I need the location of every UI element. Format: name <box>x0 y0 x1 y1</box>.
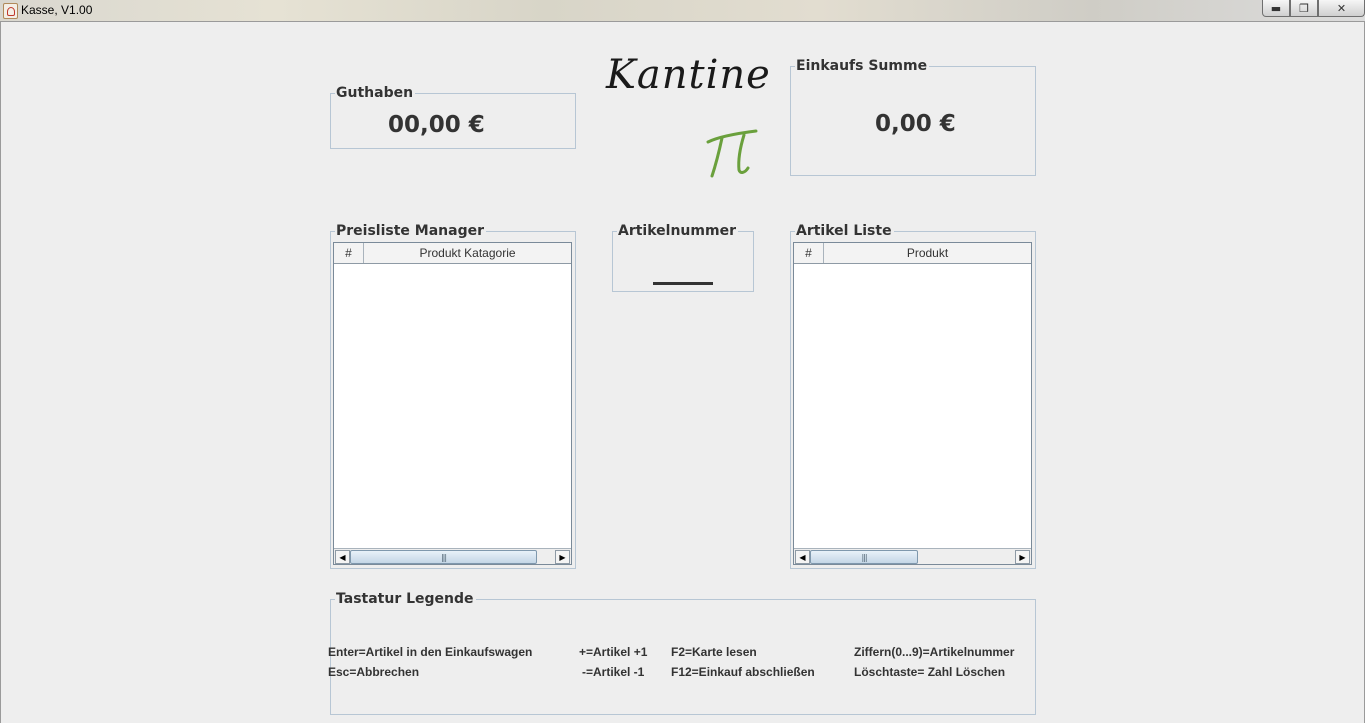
restore-icon: ❐ <box>1299 1 1309 15</box>
artikelnummer-title: Artikelnummer <box>617 223 738 239</box>
artikel-liste-panel: Artikel Liste # Produkt ◀ ||| ▶ <box>790 223 1036 569</box>
grip-icon: ||| <box>440 552 447 562</box>
column-header-number[interactable]: # <box>334 243 364 263</box>
java-app-icon <box>3 3 18 19</box>
guthaben-value: 00,00 € <box>388 112 485 138</box>
artikel-liste-table-header: # Produkt <box>794 243 1031 264</box>
preisliste-table[interactable]: # Produkt Katagorie ◀ ||| ▶ <box>333 242 572 565</box>
minimize-button[interactable]: ▬ <box>1262 0 1290 17</box>
einkaufs-summe-title: Einkaufs Summe <box>795 58 930 74</box>
arrow-left-icon: ◀ <box>339 552 346 562</box>
artikel-liste-title: Artikel Liste <box>795 223 894 239</box>
window-title-bar[interactable]: Kasse, V1.00 ▬ ❐ ✕ <box>0 0 1365 22</box>
arrow-left-icon: ◀ <box>799 552 806 562</box>
close-icon: ✕ <box>1336 1 1347 15</box>
column-header-number[interactable]: # <box>794 243 824 263</box>
artikelnummer-panel: Artikelnummer <box>612 223 754 292</box>
scroll-left-button[interactable]: ◀ <box>335 550 350 564</box>
window-controls: ▬ ❐ ✕ <box>1262 0 1365 18</box>
scrollbar-thumb[interactable]: ||| <box>810 550 918 564</box>
legend-plus: +=Artikel +1 <box>579 645 648 659</box>
legend-minus: -=Artikel -1 <box>582 665 645 679</box>
guthaben-title: Guthaben <box>335 85 416 101</box>
column-header-produkt-katagorie[interactable]: Produkt Katagorie <box>364 243 571 263</box>
grip-icon: ||| <box>861 552 867 562</box>
legend-esc: Esc=Abbrechen <box>328 665 420 679</box>
preisliste-manager-panel: Preisliste Manager # Produkt Katagorie ◀… <box>330 223 576 569</box>
legend-loeschtaste: Löschtaste= Zahl Löschen <box>854 665 1006 679</box>
minimize-icon: ▬ <box>1270 1 1282 15</box>
artikel-liste-table[interactable]: # Produkt ◀ ||| ▶ <box>793 242 1032 565</box>
window-border-left <box>0 21 1 723</box>
einkaufs-summe-value: 0,00 € <box>875 111 956 137</box>
arrow-right-icon: ▶ <box>1019 552 1026 562</box>
tastatur-legende-title: Tastatur Legende <box>335 591 476 607</box>
kantine-logo-text: Kantine <box>606 52 771 98</box>
legend-ziffern: Ziffern(0...9)=Artikelnummer <box>854 645 1015 659</box>
artikelnummer-input[interactable] <box>653 282 713 285</box>
window-title: Kasse, V1.00 <box>21 3 93 17</box>
column-header-produkt[interactable]: Produkt <box>824 243 1031 263</box>
scrollbar-thumb[interactable]: ||| <box>350 550 537 564</box>
maximize-button[interactable]: ❐ <box>1290 0 1318 17</box>
scroll-right-button[interactable]: ▶ <box>555 550 570 564</box>
close-button[interactable]: ✕ <box>1318 0 1365 17</box>
preisliste-table-header: # Produkt Katagorie <box>334 243 571 264</box>
artikel-liste-horizontal-scrollbar[interactable]: ◀ ||| ▶ <box>794 548 1031 564</box>
guthaben-panel: Guthaben 00,00 € <box>330 85 576 149</box>
legend-enter: Enter=Artikel in den Einkaufswagen <box>328 645 533 659</box>
einkaufs-summe-panel: Einkaufs Summe 0,00 € <box>790 58 1036 176</box>
legend-f12: F12=Einkauf abschließen <box>671 665 815 679</box>
preisliste-horizontal-scrollbar[interactable]: ◀ ||| ▶ <box>334 548 571 564</box>
scroll-right-button[interactable]: ▶ <box>1015 550 1030 564</box>
pi-logo-icon <box>706 128 762 186</box>
preisliste-manager-title: Preisliste Manager <box>335 223 486 239</box>
legend-f2: F2=Karte lesen <box>671 645 757 659</box>
arrow-right-icon: ▶ <box>559 552 566 562</box>
scroll-left-button[interactable]: ◀ <box>795 550 810 564</box>
